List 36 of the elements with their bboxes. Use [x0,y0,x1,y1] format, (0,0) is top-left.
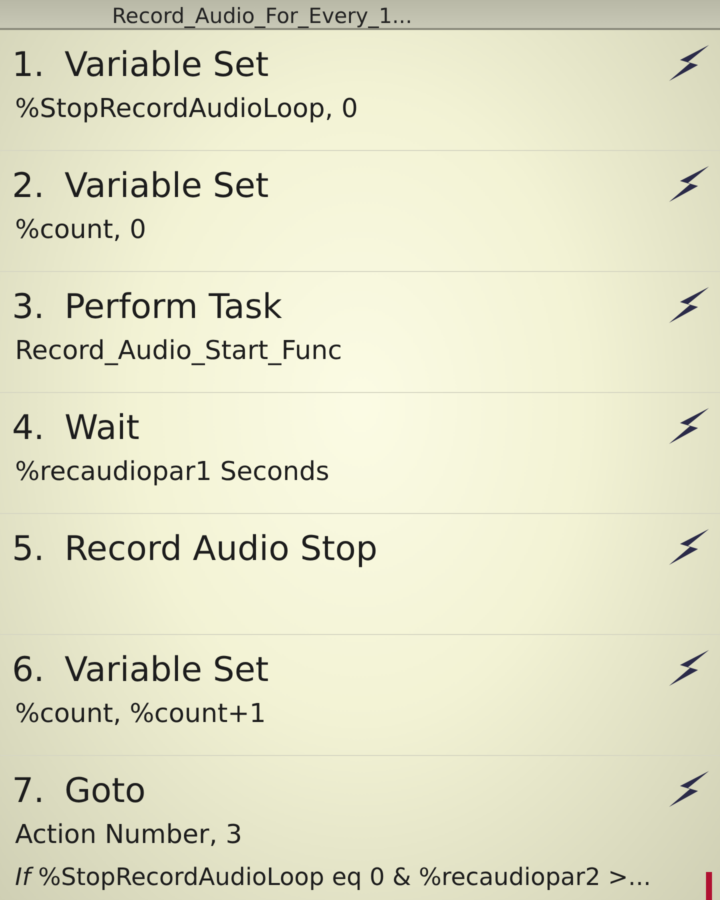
action-parameters: %recaudiopar1 Seconds [14,456,330,489]
action-number: 4. [12,407,44,449]
lightning-icon [668,528,710,566]
action-row[interactable]: 2. Variable Set %count, 0 [0,151,720,272]
action-number: 1. [12,44,44,86]
lightning-icon [668,165,710,203]
lightning-icon [668,407,710,445]
action-parameters: %StopRecordAudioLoop, 0 [14,93,359,126]
action-parameters: Action Number, 3 [14,819,244,852]
action-name: Variable Set [64,165,269,207]
action-number: 3. [12,286,44,328]
action-row[interactable]: 1. Variable Set %StopRecordAudioLoop, 0 [0,30,720,151]
action-name: Perform Task [64,286,282,328]
action-parameters: %count, 0 [14,214,148,247]
task-title: Record_Audio_For_Every_1... [112,4,412,28]
action-number: 2. [12,165,44,207]
lightning-icon [668,770,710,808]
action-name: Variable Set [64,44,269,86]
action-row[interactable]: 4. Wait %recaudiopar1 Seconds [0,393,720,514]
scroll-indicator [706,872,712,900]
action-number: 6. [12,649,44,691]
action-condition: If %StopRecordAudioLoop eq 0 & %recaudiopar2 >... [14,862,652,892]
lightning-icon [668,286,710,324]
action-row[interactable]: 5. Record Audio Stop [0,514,720,635]
action-row[interactable]: 6. Variable Set %count, %count+1 [0,635,720,756]
lightning-icon [668,44,710,82]
action-parameters: Record_Audio_Start_Func [14,335,344,368]
action-number: 5. [12,528,44,570]
action-name: Record Audio Stop [64,528,378,570]
action-row[interactable]: 3. Perform Task Record_Audio_Start_Func [0,272,720,393]
action-name: Wait [64,407,140,449]
action-name: Variable Set [64,649,269,691]
action-number: 7. [12,770,44,812]
action-parameters: %count, %count+1 [14,698,267,731]
action-name: Goto [64,770,146,812]
lightning-icon [668,649,710,687]
